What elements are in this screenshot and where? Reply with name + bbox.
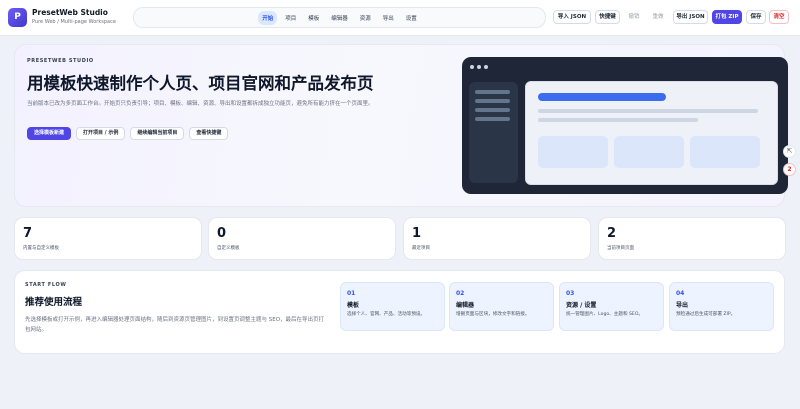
hero-description: 当前版本已改为多页面工作台。开始页只负责引导；项目、模板、编辑、资源、导出和设置… [27,101,374,107]
app-logo: P [8,8,27,27]
preview-sidebar-line [475,117,510,121]
flow-description: 先选择模板或打开示例，再进入编辑器处理页面结构，随后到资源页管理图片，到设置页调… [25,317,325,333]
step-title: 导出 [676,302,689,309]
step-description: 统一管理图片、Logo、主题和 SEO。 [566,312,644,317]
tab-settings[interactable]: 设置 [402,11,421,25]
redo-button[interactable]: 重做 [647,10,669,24]
flow-eyebrow: START FLOW [25,282,67,288]
choose-template-button[interactable]: 选择模板新建 [27,127,72,140]
flow-title: 推荐使用流程 [25,297,83,308]
flow-step-templates[interactable]: 01 模板 选择个人、官网、产品、活动等预设。 [340,282,445,331]
top-bar: P PresetWeb Studio Pure Web / Multi-page… [0,0,800,36]
step-description: 预检通过后生成可部署 ZIP。 [676,312,736,317]
app-subtitle: Pure Web / Multi-page Workspace [32,19,116,25]
feedback-icon[interactable]: ⇱ [783,145,796,158]
step-number: 04 [676,290,685,297]
preview-canvas [525,81,778,185]
tab-projects[interactable]: 项目 [281,11,300,25]
tab-editor[interactable]: 编辑器 [327,11,352,25]
flow-step-assets-settings[interactable]: 03 资源 / 设置 统一管理图片、Logo、主题和 SEO。 [559,282,664,331]
notification-badge-icon[interactable]: 2 [783,163,796,176]
stat-label: 最近项目 [412,246,430,251]
stat-card-custom-templates: 0 自定义模板 [208,217,396,260]
stat-label: 内置与自定义模板 [23,246,59,251]
continue-edit-button[interactable]: 继续编辑当前项目 [130,127,185,140]
hero-panel: PRESETWEB STUDIO 用模板快速制作个人页、项目官网和产品发布页 当… [14,44,788,207]
stat-value: 2 [607,226,617,241]
step-title: 编辑器 [456,302,475,309]
export-json-button[interactable]: 导出 JSON [673,10,708,24]
stat-value: 7 [23,226,33,241]
stat-label: 当前项目页面 [607,246,634,251]
undo-button[interactable]: 撤销 [623,10,645,24]
preview-sidebar-line [475,90,510,94]
stat-card-templates: 7 内置与自定义模板 [14,217,202,260]
hero-title: 用模板快速制作个人页、项目官网和产品发布页 [27,74,374,93]
import-json-button[interactable]: 导入 JSON [553,10,591,24]
tab-assets[interactable]: 资源 [356,11,375,25]
preview-text-line [538,109,758,113]
flow-step-editor[interactable]: 02 编辑器 增删页面与区块，修改文字和链接。 [449,282,554,331]
stat-value: 0 [217,226,227,241]
window-dot-icon [484,65,488,69]
preview-card [538,136,608,168]
preview-heading-bar [538,93,666,101]
step-title: 模板 [347,302,360,309]
preview-sidebar-line [475,108,510,112]
tab-templates[interactable]: 模板 [304,11,323,25]
stat-label: 自定义模板 [217,246,240,251]
workspace-preview-illustration [462,57,788,194]
window-dot-icon [477,65,481,69]
step-description: 选择个人、官网、产品、活动等预设。 [347,312,426,317]
step-number: 01 [347,290,356,297]
preview-card [614,136,684,168]
preview-text-line [538,118,698,122]
hero-eyebrow: PRESETWEB STUDIO [27,58,94,64]
flow-step-export[interactable]: 04 导出 预检通过后生成可部署 ZIP。 [669,282,774,331]
view-shortcuts-button[interactable]: 查看快捷键 [189,127,229,140]
save-button[interactable]: 保存 [746,10,766,24]
step-description: 增删页面与区块，修改文字和链接。 [456,312,530,317]
hero-actions: 选择模板新建 打开项目 / 示例 继续编辑当前项目 查看快捷键 [27,127,229,140]
clear-button[interactable]: 清空 [769,10,789,24]
step-number: 02 [456,290,465,297]
stat-card-recent-projects: 1 最近项目 [403,217,591,260]
window-dot-icon [470,65,474,69]
shortcuts-button[interactable]: 快捷键 [595,10,620,24]
main-nav: 开始 项目 模板 编辑器 资源 导出 设置 [133,7,546,28]
open-project-button[interactable]: 打开项目 / 示例 [76,127,126,140]
step-number: 03 [566,290,575,297]
start-flow-panel: START FLOW 推荐使用流程 先选择模板或打开示例，再进入编辑器处理页面结… [14,270,785,354]
preview-sidebar [469,82,518,183]
tab-export[interactable]: 导出 [379,11,398,25]
tab-start[interactable]: 开始 [258,10,278,25]
step-title: 资源 / 设置 [566,302,597,309]
app-name: PresetWeb Studio [32,8,108,17]
preview-card [690,136,760,168]
pack-zip-button[interactable]: 打包 ZIP [712,10,742,24]
preview-sidebar-line [475,99,510,103]
stat-value: 1 [412,226,422,241]
stat-card-project-pages: 2 当前项目页面 [598,217,786,260]
